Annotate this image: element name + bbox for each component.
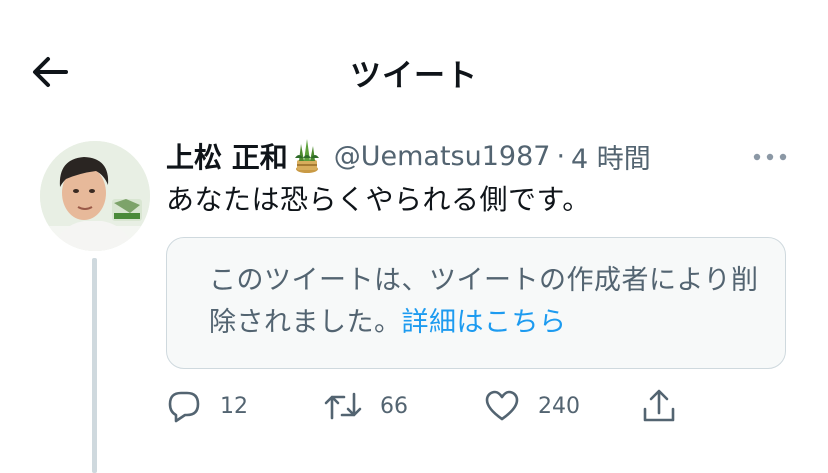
retweet-button[interactable]: 66 (324, 384, 408, 428)
like-button[interactable]: 240 (484, 384, 580, 428)
avatar-photo (40, 141, 150, 251)
tweet-text: あなたは恐らくやられる側です。 (166, 183, 591, 216)
action-bar: 12 66 240 (166, 384, 706, 428)
retweet-icon (324, 392, 362, 420)
separator-dot: · (556, 140, 566, 172)
learn-more-link[interactable]: 詳細はこちら (402, 307, 567, 338)
more-dots-icon (753, 153, 787, 161)
deleted-quote-card: このツイートは、ツイートの作成者により削除されました。詳細はこちら (166, 237, 786, 369)
kadomatsu-emoji-icon (294, 138, 320, 174)
reply-icon (168, 391, 200, 423)
heart-icon (485, 390, 519, 421)
share-button[interactable] (642, 384, 676, 428)
thread-line (92, 258, 97, 473)
timestamp[interactable]: 4 時間 (571, 137, 651, 176)
tweet-header: 上松 正和 @Uematsu1987 · 4 時間 (166, 136, 651, 176)
top-bar: ツイート (0, 0, 828, 140)
more-button[interactable] (748, 140, 792, 174)
reply-count: 12 (220, 393, 248, 419)
page-title: ツイート (350, 58, 478, 94)
handle[interactable]: @Uematsu1987 (334, 141, 551, 172)
reply-button[interactable]: 12 (166, 384, 248, 428)
avatar[interactable] (40, 141, 150, 251)
display-name[interactable]: 上松 正和 (166, 136, 288, 176)
like-count: 240 (538, 393, 580, 419)
quote-notice: このツイートは、ツイートの作成者により削除されました。詳細はこちら (209, 260, 769, 344)
retweet-count: 66 (380, 393, 408, 419)
share-icon (643, 389, 675, 422)
